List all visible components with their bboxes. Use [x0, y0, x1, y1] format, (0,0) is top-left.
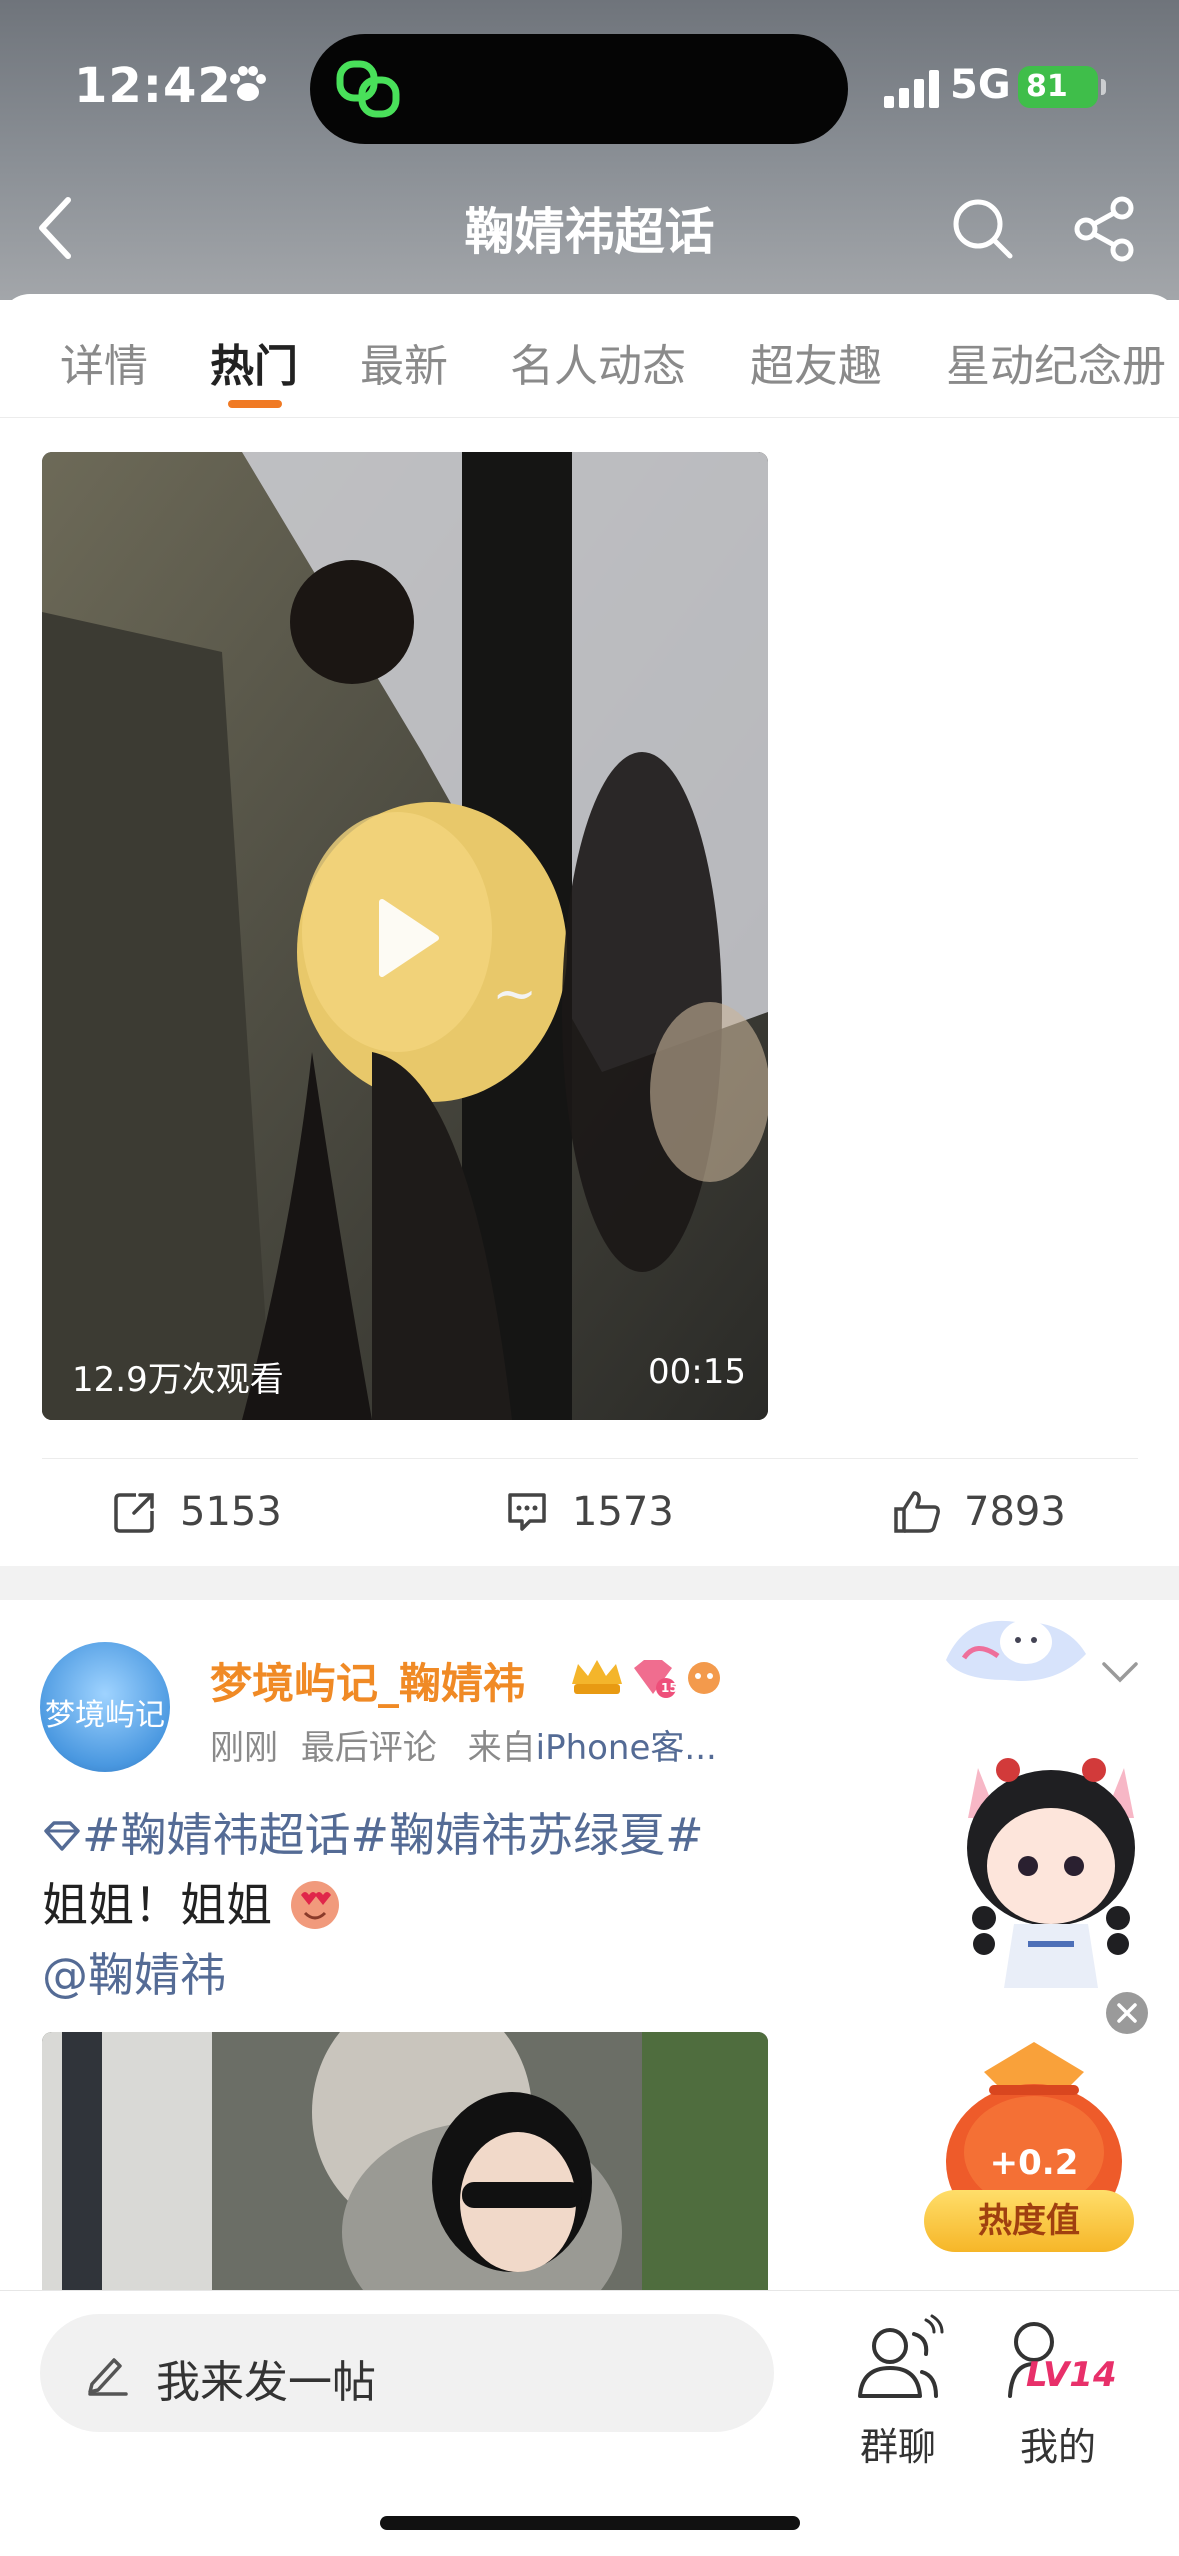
heat-plus-value: +0.2: [990, 2143, 1079, 2183]
like-icon: [894, 1491, 940, 1533]
group-chat-tab[interactable]: 群聊: [838, 2312, 958, 2469]
post-body: #鞠婧祎超话#鞠婧祎苏绿夏# 姐姐！姐姐 @鞠婧祎: [42, 1800, 704, 2010]
svg-text:~: ~: [492, 962, 537, 1025]
pen-icon: [88, 2358, 128, 2396]
post-activity: 最后评论: [300, 1728, 437, 1768]
tab-star-album[interactable]: 星动纪念册: [946, 330, 1166, 394]
status-bar: 12:42 5G 81: [0, 0, 1179, 170]
signal-icon: [884, 70, 939, 108]
avatar[interactable]: 梦境屿记: [40, 1642, 170, 1772]
post-source-prefix: 来自: [467, 1728, 536, 1768]
comment-count: 1573: [572, 1489, 674, 1535]
comment-button[interactable]: 1573: [504, 1482, 674, 1542]
mine-tab[interactable]: LV14 我的: [998, 2312, 1118, 2469]
post-text: 姐姐！姐姐: [42, 1878, 272, 1932]
like-count: 7893: [964, 1489, 1066, 1535]
repost-count: 5153: [180, 1489, 282, 1535]
status-time: 12:42: [74, 58, 232, 114]
heart-eyes-emoji-icon: [290, 1881, 339, 1929]
post-mention[interactable]: @鞠婧祎: [42, 1940, 704, 2010]
tab-fan-fun[interactable]: 超友趣: [750, 330, 882, 394]
comment-icon: [508, 1493, 546, 1531]
close-icon[interactable]: [1106, 1992, 1148, 2034]
mascot-character[interactable]: [948, 1748, 1154, 1998]
tab-hot[interactable]: 热门: [210, 330, 298, 394]
profile-icon: LV14: [1008, 2322, 1117, 2398]
group-chat-label: 群聊: [859, 2425, 936, 2469]
video-view-count: 12.9万次观看: [72, 1360, 284, 1400]
user-badges: 15: [572, 1660, 720, 1698]
paw-icon: [230, 66, 266, 101]
play-icon[interactable]: [372, 896, 442, 980]
post-meta: 刚刚 最后评论 来自iPhone客...: [210, 1720, 717, 1769]
post-text-line: 姐姐！姐姐: [42, 1870, 704, 1940]
group-chat-icon: [858, 2314, 944, 2398]
home-indicator[interactable]: [380, 2516, 800, 2530]
tab-details[interactable]: 详情: [60, 330, 148, 394]
avatar-text: 梦境屿记: [45, 1698, 165, 1733]
like-button[interactable]: 7893: [892, 1482, 1066, 1542]
post-topics-line: #鞠婧祎超话#鞠婧祎苏绿夏#: [42, 1800, 704, 1870]
tab-bar: 详情 热门 最新 名人动态 超友趣 星动纪念册: [0, 294, 1179, 418]
crown-badge-icon: [572, 1660, 622, 1694]
search-icon[interactable]: [950, 196, 1016, 262]
tab-latest[interactable]: 最新: [360, 330, 448, 394]
tab-celebrity-updates[interactable]: 名人动态: [510, 330, 686, 394]
mine-label: 我的: [1019, 2425, 1096, 2469]
video-duration: 00:15: [648, 1352, 746, 1392]
repost-icon: [114, 1493, 154, 1533]
post-image[interactable]: [42, 2032, 768, 2292]
network-type: 5G: [950, 62, 1011, 108]
repost-button[interactable]: 5153: [112, 1482, 282, 1542]
app-link-icon: [336, 60, 400, 118]
post-topics[interactable]: #鞠婧祎超话#鞠婧祎苏绿夏#: [82, 1808, 704, 1862]
decoration-card: [946, 1620, 1086, 1681]
battery-level: 81: [1018, 66, 1106, 108]
post-time: 刚刚: [210, 1728, 278, 1768]
share-icon[interactable]: [1070, 194, 1140, 264]
compose-placeholder: 我来发一帖: [156, 2357, 376, 2408]
diamond-icon: [44, 1821, 80, 1851]
post-username[interactable]: 梦境屿记_鞠婧祎: [210, 1650, 525, 1711]
compose-post-button[interactable]: [40, 2314, 774, 2432]
close-x-glyph: [1117, 2003, 1137, 2023]
divider: [42, 1458, 1138, 1459]
heat-value-button[interactable]: 热度值: [924, 2190, 1134, 2252]
chevron-down-icon[interactable]: [1100, 1656, 1140, 1686]
post-image-art: [42, 2032, 768, 2292]
active-tab-indicator: [228, 400, 282, 408]
badge-level-number: 15: [661, 1681, 678, 1695]
fox-badge-icon: [688, 1662, 720, 1694]
post-source-name[interactable]: iPhone客...: [536, 1728, 717, 1768]
level-label: LV14: [1026, 2355, 1117, 2395]
feed-separator: [0, 1566, 1179, 1600]
